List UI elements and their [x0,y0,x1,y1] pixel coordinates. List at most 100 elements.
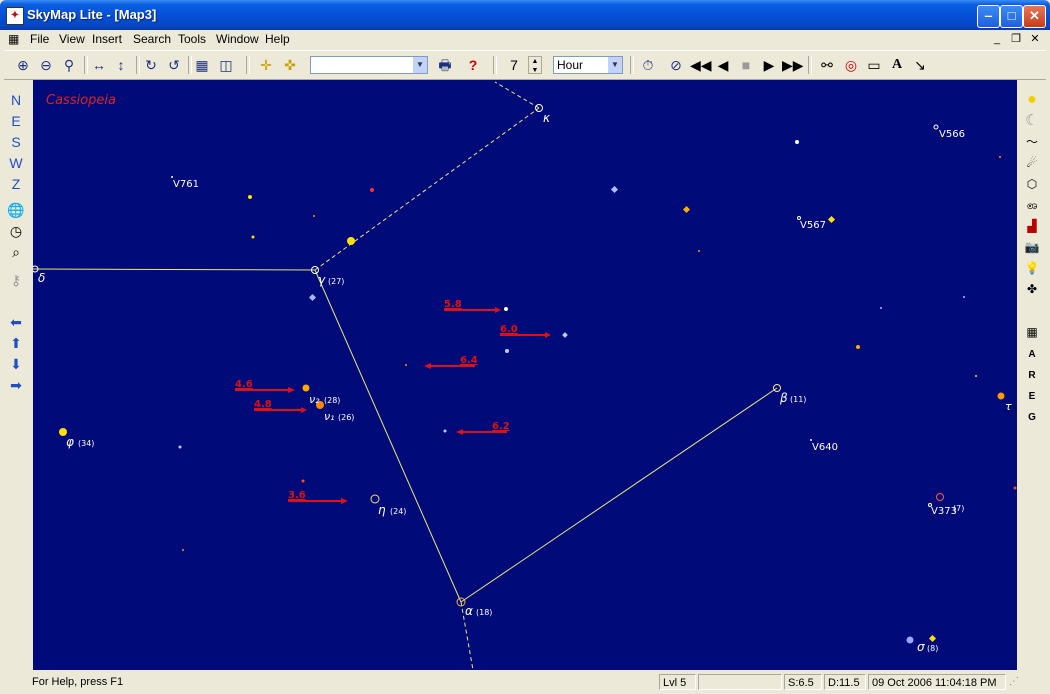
zoom-in-icon[interactable]: ⊕ [13,55,33,75]
star[interactable] [248,195,252,199]
star[interactable] [443,429,447,433]
camera-icon[interactable]: 📷 [1022,237,1042,257]
star[interactable] [963,296,965,298]
zoom-area-icon[interactable]: ⚲ [59,55,79,75]
target-icon[interactable]: ◎ [841,55,861,75]
star[interactable] [933,124,939,130]
step-back-icon[interactable]: ◀ [713,55,733,75]
grid-icon[interactable]: ▦ [192,55,212,75]
step-spinner[interactable]: ▲ ▼ [528,56,542,74]
star-v373[interactable] [936,493,944,501]
menu-help[interactable]: Help [265,32,290,46]
step-forward-icon[interactable]: ▶ [759,55,779,75]
flip-vertical-icon[interactable]: ↕ [111,55,131,75]
star[interactable] [827,215,836,224]
label-a-button[interactable]: A [1022,345,1042,365]
chevron-down-icon[interactable]: ▼ [608,57,622,73]
flip-horizontal-icon[interactable]: ↔ [89,55,109,75]
star[interactable] [856,345,860,349]
clock-icon[interactable]: ◷ [6,221,26,241]
label-r-button[interactable]: R [1022,366,1042,386]
star[interactable] [313,215,315,217]
sun-icon[interactable]: ● [1022,90,1042,110]
star[interactable] [301,479,305,483]
star[interactable] [308,293,317,302]
star[interactable] [795,140,799,144]
horizon-icon[interactable]: ▟ [1022,216,1042,236]
menu-search[interactable]: Search [133,32,171,46]
mdi-minimize-button[interactable]: _ [990,33,1004,46]
link-icon[interactable]: ⊘ [666,55,686,75]
fast-rewind-icon[interactable]: ◀◀ [690,55,712,75]
resize-grip-icon[interactable]: ⋰ [1009,676,1019,687]
star[interactable] [906,636,914,644]
object-search-combo[interactable]: ▼ [310,56,428,74]
star[interactable] [251,235,255,239]
south-view-button[interactable]: S [6,132,26,152]
menu-tools[interactable]: Tools [178,32,206,46]
milky-way-icon[interactable]: 〜 [1022,132,1042,152]
star[interactable] [182,549,184,551]
pan-left-icon[interactable]: ⬅ [6,312,26,332]
mdi-restore-button[interactable]: ❐ [1009,33,1023,46]
star[interactable] [810,439,812,441]
galaxy-icon[interactable]: ꩨ [1022,195,1042,215]
star[interactable] [562,332,568,338]
rectangle-icon[interactable]: ▭ [864,55,884,75]
target-cross-icon[interactable]: ✜ [280,55,300,75]
comet-icon[interactable]: ☄ [1022,153,1042,173]
skymap-app-icon[interactable]: ✦ [6,7,24,25]
menu-insert[interactable]: Insert [92,32,122,46]
east-view-button[interactable]: E [6,111,26,131]
horizon-grid-icon[interactable]: ◫ [216,55,236,75]
menu-view[interactable]: View [59,32,85,46]
pan-up-icon[interactable]: ⬆ [6,333,26,353]
text-tool-icon[interactable]: A [887,55,907,75]
sky-map-canvas[interactable]: Cassiopeia κ V566 V761 V567 δ γ (27) β (… [33,80,1017,670]
zoom-out-icon[interactable]: ⊖ [36,55,56,75]
star[interactable] [178,445,182,449]
star[interactable] [997,392,1005,400]
zenith-view-button[interactable]: Z [6,174,26,194]
time-unit-combo[interactable]: Hour ▼ [553,56,623,74]
star[interactable] [682,205,691,214]
minimize-button[interactable]: ‒ [977,5,1000,28]
bulb-icon[interactable]: 💡 [1022,258,1042,278]
star[interactable] [1013,486,1017,490]
context-help-icon[interactable]: ? [463,55,483,75]
moon-icon[interactable]: ☾ [1022,111,1042,131]
star[interactable] [347,237,355,245]
star[interactable] [370,188,374,192]
telescope-icon[interactable]: ⚯ [817,55,837,75]
star[interactable] [302,384,310,392]
star[interactable] [880,307,882,309]
west-view-button[interactable]: W [6,153,26,173]
mdi-close-button[interactable]: ✕ [1028,33,1042,46]
rotate-ccw-icon[interactable]: ↺ [164,55,184,75]
star[interactable] [405,364,407,366]
star[interactable] [928,634,937,643]
color-objects-icon[interactable]: ✤ [1022,279,1042,299]
label-e-button[interactable]: E [1022,387,1042,407]
menu-window[interactable]: Window [216,32,259,46]
maximize-button[interactable]: □ [1000,5,1023,28]
label-g-button[interactable]: G [1022,408,1042,428]
star[interactable] [504,307,508,311]
sky-map-svg[interactable]: Cassiopeia κ V566 V761 V567 δ γ (27) β (… [33,80,1017,670]
star[interactable] [999,156,1001,158]
star[interactable] [610,185,619,194]
menu-file[interactable]: File [30,32,49,46]
step-value[interactable]: 7 [504,57,524,73]
key-icon[interactable]: ⚷ [6,270,26,290]
stopwatch-icon[interactable]: ⏱ [638,55,658,75]
star[interactable] [975,375,977,377]
pan-down-icon[interactable]: ⬇ [6,354,26,374]
pan-right-icon[interactable]: ➡ [6,375,26,395]
mdi-doc-icon[interactable]: ▦ [8,32,19,46]
north-view-button[interactable]: N [6,90,26,110]
close-button[interactable]: ✕ [1023,5,1046,28]
globe-icon[interactable]: 🌐 [6,200,26,220]
print-icon[interactable]: 🖶 [435,55,455,75]
stop-icon[interactable]: ■ [736,55,756,75]
fast-forward-icon[interactable]: ▶▶ [782,55,804,75]
